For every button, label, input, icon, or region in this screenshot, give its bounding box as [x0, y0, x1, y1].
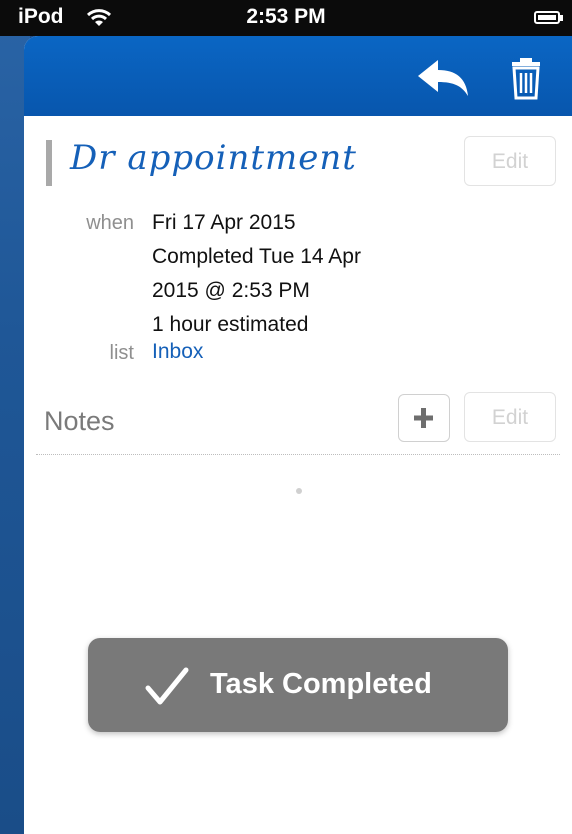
reply-icon[interactable] [414, 56, 470, 100]
completed-line-2: 2015 @ 2:53 PM [152, 279, 310, 302]
checkmark-icon [145, 667, 189, 705]
notes-divider [36, 454, 560, 455]
add-note-button[interactable] [398, 394, 450, 442]
completed-line-1: Completed Tue 14 Apr [152, 245, 361, 268]
title-accent-bar [46, 140, 52, 186]
status-time: 2:53 PM [246, 5, 326, 28]
status-bar: iPod 2:53 PM [0, 0, 572, 36]
when-label: when [86, 212, 134, 234]
list-link[interactable]: Inbox [152, 340, 203, 364]
edit-task-button[interactable]: Edit [464, 136, 556, 186]
plus-icon [414, 408, 433, 428]
edit-notes-button[interactable]: Edit [464, 392, 556, 442]
notes-heading: Notes [44, 406, 115, 436]
battery-icon [534, 11, 560, 24]
toast-message: Task Completed [210, 668, 432, 700]
task-title[interactable]: Dr appointment [70, 138, 357, 178]
task-detail-panel: Dr appointment Edit when Fri 17 Apr 2015… [24, 36, 572, 834]
list-label: list [109, 342, 134, 364]
battery-nub [560, 15, 563, 21]
task-completed-toast: Task Completed [88, 638, 508, 732]
estimate-line: 1 hour estimated [152, 313, 309, 336]
trash-icon[interactable] [504, 54, 548, 102]
placeholder-dot [296, 488, 302, 494]
when-date: Fri 17 Apr 2015 [152, 211, 296, 234]
nav-bar [24, 36, 572, 116]
